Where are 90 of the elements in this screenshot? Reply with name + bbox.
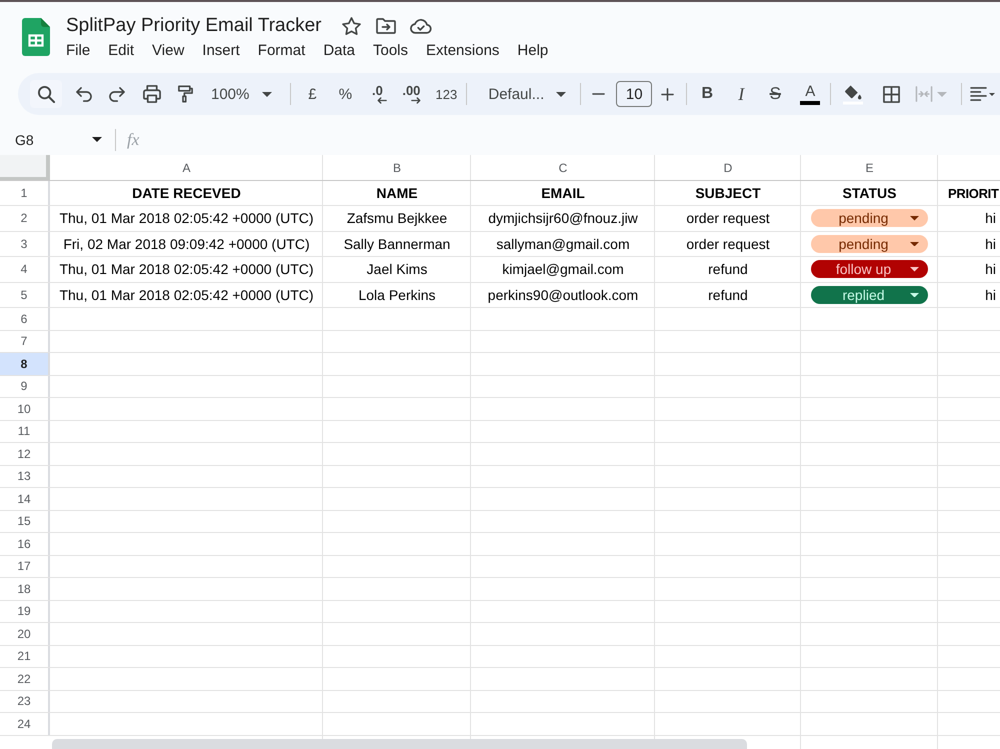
menu-item[interactable]: Extensions (426, 41, 500, 61)
table-cell-text: sallyman@gmail.com (495, 234, 631, 254)
caret-icon (910, 292, 919, 297)
table-cell-text: order request (685, 234, 771, 254)
cloud-check-icon (410, 18, 432, 34)
table-cell-text: Thu, 01 Mar 2018 02:05:42 +0000 (UTC) (58, 260, 315, 280)
function-label: fx (127, 130, 140, 150)
caret-icon (556, 92, 566, 96)
strikethrough-button[interactable]: S (763, 80, 788, 108)
name-box[interactable]: G8 (8, 126, 106, 154)
printer-icon (143, 85, 161, 103)
table-cell-text: Lola Perkins (357, 286, 437, 305)
right-arrow-icon (410, 96, 421, 104)
table-cell-text: Thu, 01 Mar 2018 02:05:42 +0000 (UTC) (58, 209, 315, 228)
header-cell-text: DATE RECEVED (131, 184, 242, 203)
column-header[interactable]: B (323, 155, 471, 180)
header-cell-text: SUBJECT (694, 184, 762, 203)
header-cell-text: EMAIL (540, 184, 586, 203)
number-format-button[interactable]: 123 (431, 80, 462, 108)
menu-item[interactable]: File (66, 41, 90, 61)
header-cell-text: PRIORIT (947, 184, 1000, 202)
merge-icon (915, 86, 934, 102)
menu-item[interactable]: Tools (373, 41, 408, 61)
bold-button[interactable]: B (695, 80, 720, 108)
table-cell-text: hi (984, 234, 997, 254)
table-cell-text: dymjichsijr60@fnouz.jiw (487, 209, 639, 228)
paint-bucket-icon (843, 84, 864, 104)
table-cell-text: Thu, 01 Mar 2018 02:05:42 +0000 (UTC) (58, 286, 315, 305)
table-cell-text: refund (707, 260, 749, 280)
menu-item[interactable]: Format (258, 41, 306, 61)
zoom-dropdown[interactable]: 100% (205, 80, 280, 108)
caret-icon (910, 216, 919, 220)
table-cell-text: hi (984, 209, 997, 228)
search-button[interactable] (30, 80, 62, 108)
font-dropdown[interactable]: Defaul... (475, 80, 574, 108)
caret-icon (937, 92, 948, 96)
star-button[interactable] (340, 14, 364, 38)
table-cell-text: refund (707, 286, 749, 305)
percent-button[interactable]: % (330, 80, 360, 108)
caret-icon (910, 267, 919, 272)
paint-roller-icon (178, 85, 192, 103)
font-size-field[interactable]: 10 (616, 81, 652, 107)
table-cell-text: hi (984, 260, 997, 280)
caret-icon (262, 92, 272, 96)
table-cell-text: hi (984, 286, 997, 305)
decrease-decimals-button[interactable]: .0 (361, 80, 394, 108)
caret-icon (989, 92, 996, 96)
search-icon (38, 86, 54, 102)
horizontal-scrollbar[interactable] (52, 739, 747, 749)
status-chip[interactable]: pending (811, 234, 928, 253)
column-header[interactable]: E (801, 155, 938, 180)
menu-item[interactable]: Insert (202, 41, 240, 61)
star-icon (342, 17, 362, 35)
menu-item[interactable]: Help (517, 41, 548, 61)
table-cell-text: Sally Bannerman (342, 234, 452, 254)
table-cell-text: order request (685, 209, 771, 228)
header-cell-text: NAME (375, 184, 419, 203)
currency-button[interactable]: £ (300, 80, 324, 108)
left-arrow-icon (376, 96, 387, 104)
caret-icon (92, 137, 102, 142)
menu-item[interactable]: Data (323, 41, 355, 61)
table-cell-text: Fri, 02 Mar 2018 09:09:42 +0000 (UTC) (62, 234, 311, 254)
column-header[interactable]: D (655, 155, 801, 180)
minus-icon (592, 93, 605, 95)
folder-arrow-icon (376, 18, 396, 34)
column-header[interactable]: A (50, 155, 323, 180)
borders-icon (882, 86, 900, 102)
column-header[interactable]: C (471, 155, 655, 180)
header-cell-text: STATUS (842, 184, 898, 203)
increase-decimals-button[interactable]: .00 (394, 80, 428, 108)
menu-item[interactable]: View (152, 41, 184, 61)
plus-icon (660, 88, 674, 100)
table-cell-text: Zafsmu Bejkkee (346, 209, 448, 228)
row-header[interactable]: 8 (0, 353, 50, 374)
table-cell-text: perkins90@outlook.com (486, 286, 640, 305)
italic-button[interactable]: I (729, 80, 754, 108)
swatch-icon (800, 100, 820, 104)
menu-item[interactable]: Edit (108, 41, 134, 61)
spreadsheet-logo-icon[interactable] (22, 18, 50, 56)
redo-icon (109, 86, 125, 102)
undo-icon (76, 86, 92, 102)
align-left-icon (970, 87, 988, 101)
table-cell-text: Jael Kims (366, 260, 428, 280)
caret-icon (910, 242, 919, 246)
text-color-button[interactable]: A (798, 80, 822, 108)
table-cell-text: kimjael@gmail.com (501, 260, 625, 280)
status-chip[interactable]: replied (811, 286, 928, 304)
status-chip[interactable]: pending (811, 209, 928, 228)
document-title[interactable]: SplitPay Priority Email Tracker (66, 14, 322, 38)
status-chip[interactable]: follow up (811, 260, 928, 278)
